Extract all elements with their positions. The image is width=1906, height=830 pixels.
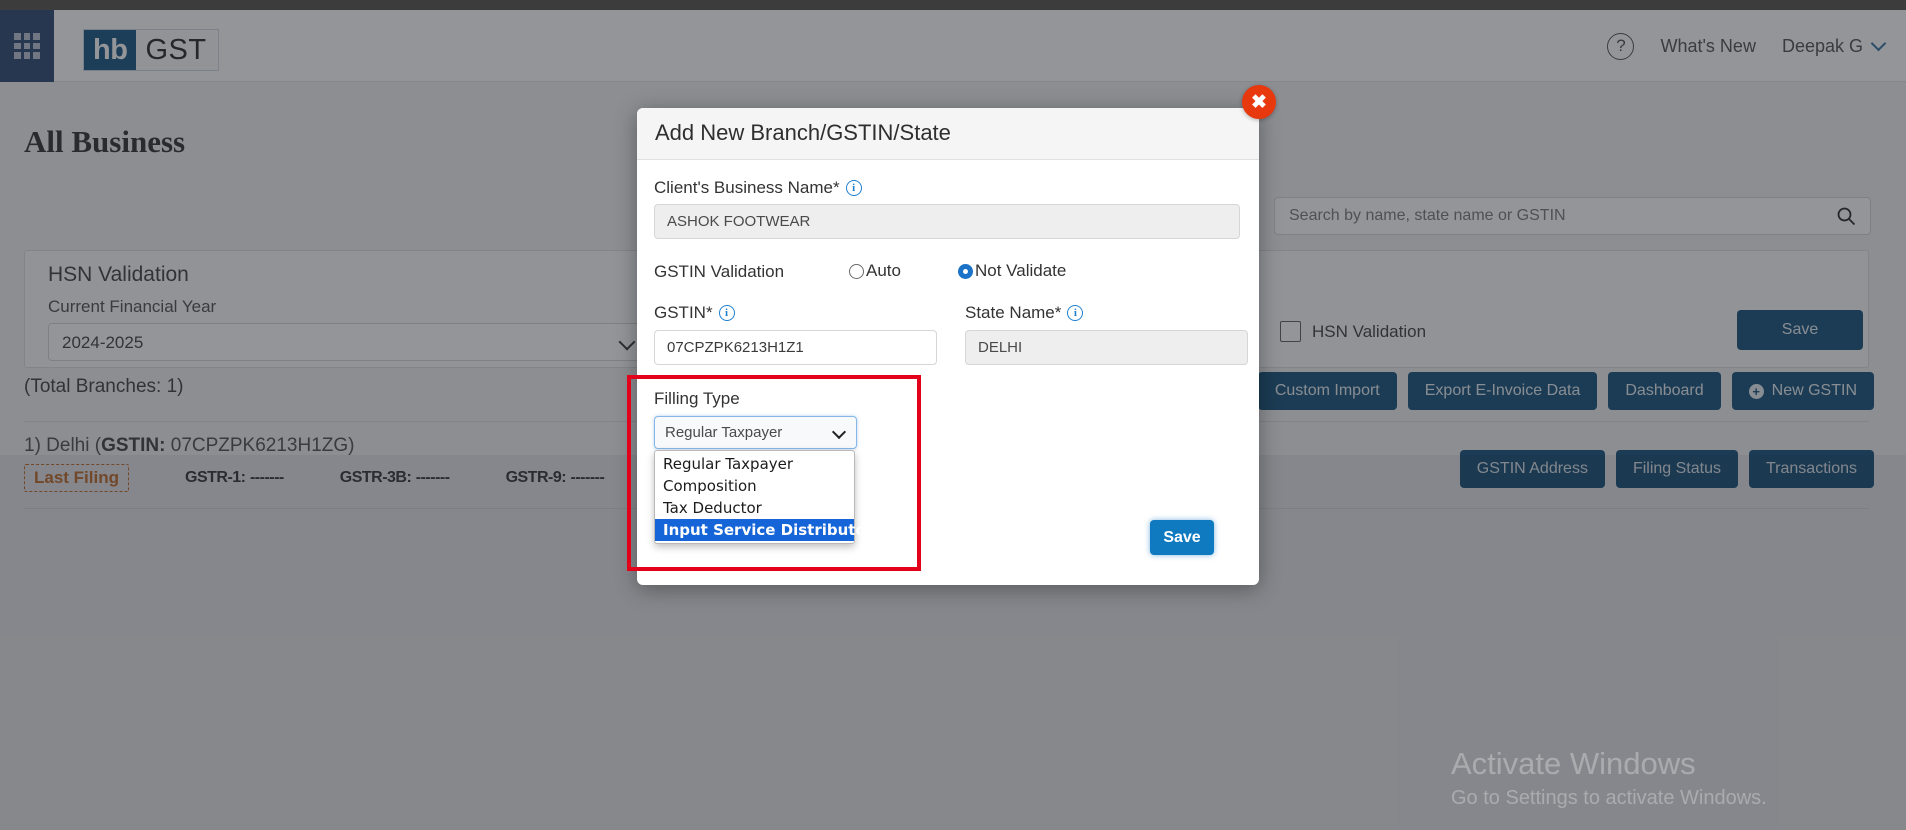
state-name-label-group: State Name* i — [965, 303, 1084, 323]
option-composition[interactable]: Composition — [655, 475, 854, 497]
gstin-validation-label: GSTIN Validation — [654, 262, 785, 281]
info-icon[interactable]: i — [718, 305, 735, 321]
option-tax-deductor[interactable]: Tax Deductor — [655, 497, 854, 519]
info-icon[interactable]: i — [1067, 305, 1084, 321]
radio-auto-label: Auto — [866, 261, 901, 280]
filling-type-value: Regular Taxpayer — [665, 424, 783, 441]
business-name-label-group: Client's Business Name* i — [654, 178, 862, 198]
state-name-field[interactable] — [965, 330, 1248, 365]
radio-not-validate[interactable]: Not Validate — [957, 261, 1067, 281]
business-name-field[interactable] — [654, 204, 1240, 239]
add-branch-modal: Add New Branch/GSTIN/State ✖ Client's Bu… — [637, 85, 1276, 585]
radio-auto-dot — [849, 263, 864, 279]
filling-type-options-list: Regular Taxpayer Composition Tax Deducto… — [654, 450, 873, 544]
option-regular-taxpayer[interactable]: Regular Taxpayer — [655, 453, 854, 475]
chevron-down-icon — [831, 424, 847, 440]
option-input-service-distributor[interactable]: Input Service Distributor — [655, 519, 873, 541]
filling-type-select[interactable]: Regular Taxpayer — [654, 416, 857, 449]
modal-header: Add New Branch/GSTIN/State — [637, 108, 1259, 160]
filling-type-label: Filling Type — [654, 389, 740, 408]
close-icon[interactable]: ✖ — [1242, 85, 1276, 119]
gstin-validation-radio-group: Auto Not Validate — [849, 261, 1066, 281]
modal-save-button[interactable]: Save — [1150, 520, 1214, 555]
business-name-label: Client's Business Name* — [654, 178, 840, 197]
info-icon[interactable]: i — [845, 180, 862, 196]
modal-title: Add New Branch/GSTIN/State — [655, 120, 951, 145]
radio-not-validate-label: Not Validate — [974, 261, 1067, 280]
window-title-strip — [0, 0, 1906, 10]
radio-not-validate-dot — [957, 263, 973, 279]
radio-auto[interactable]: Auto — [849, 261, 901, 281]
gstin-label: GSTIN* — [654, 303, 713, 322]
state-name-label: State Name* — [965, 303, 1062, 322]
gstin-label-group: GSTIN* i — [654, 303, 735, 323]
gstin-field[interactable] — [654, 330, 937, 365]
